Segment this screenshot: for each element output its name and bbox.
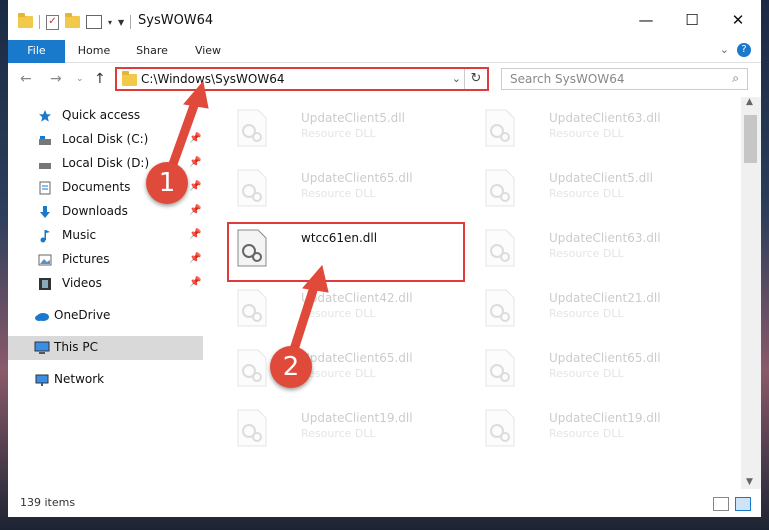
step-1-badge: 1 — [146, 162, 188, 204]
arrow-2-head — [302, 264, 329, 293]
step-2-badge: 2 — [270, 346, 312, 388]
arrow-1-head — [183, 80, 209, 109]
annotation-arrows — [163, 80, 329, 367]
